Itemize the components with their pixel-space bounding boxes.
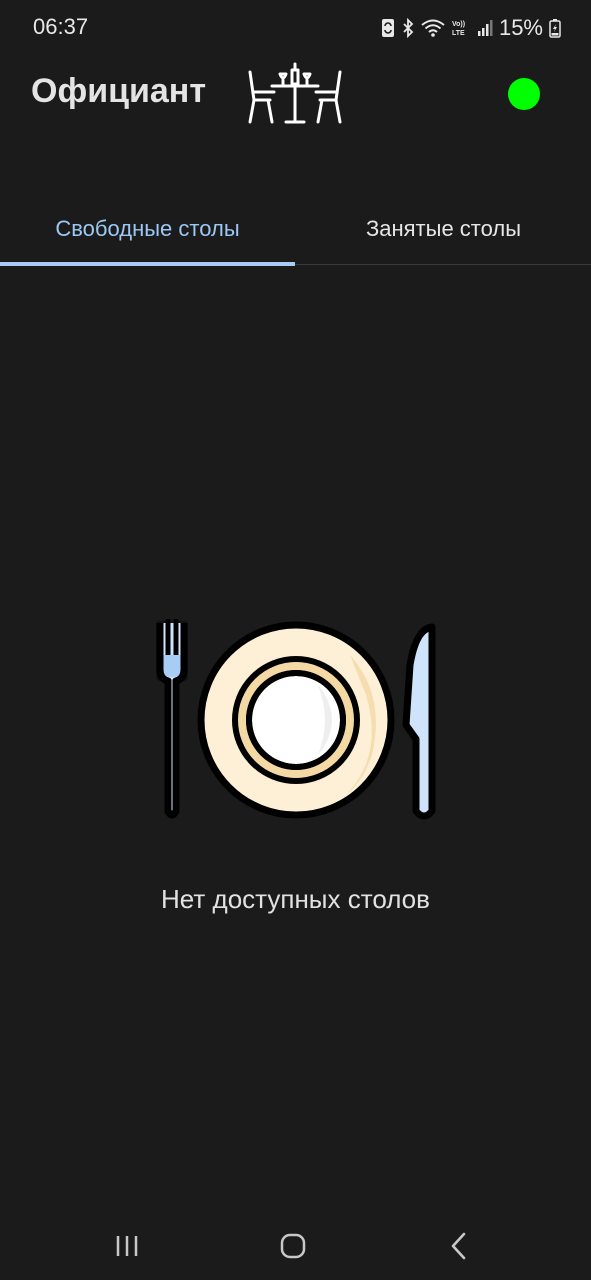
home-icon[interactable] (271, 1228, 315, 1264)
sync-icon (381, 18, 395, 38)
wifi-icon (421, 18, 445, 38)
signal-icon (477, 18, 493, 38)
battery-percent: 15% (498, 15, 543, 40)
svg-text:LTE: LTE (452, 30, 465, 37)
recent-apps-icon[interactable] (105, 1228, 149, 1264)
back-icon[interactable] (437, 1228, 481, 1264)
empty-state-message: Нет доступных столов (161, 884, 430, 914)
battery-icon (549, 18, 561, 38)
system-nav-bar (0, 1210, 591, 1280)
tab-bar: Свободные столы Занятые столы (0, 196, 591, 265)
plate-fork-knife-icon (150, 615, 442, 825)
status-time: 06:37 (33, 14, 89, 39)
status-bar: 06:37 Vo)) LTE 15% (0, 0, 591, 56)
svg-text:Vo)): Vo)) (452, 21, 465, 28)
tab-free-tables[interactable]: Свободные столы (0, 196, 295, 262)
active-tab-indicator (0, 262, 295, 266)
tab-occupied-tables[interactable]: Занятые столы (296, 196, 591, 262)
online-status-indicator (508, 78, 540, 110)
app-title: Официант (31, 72, 206, 110)
volte-icon: Vo)) LTE (451, 18, 471, 38)
restaurant-table-icon (246, 58, 344, 128)
bluetooth-icon (401, 18, 415, 38)
status-icons: Vo)) LTE 15% (381, 14, 561, 42)
